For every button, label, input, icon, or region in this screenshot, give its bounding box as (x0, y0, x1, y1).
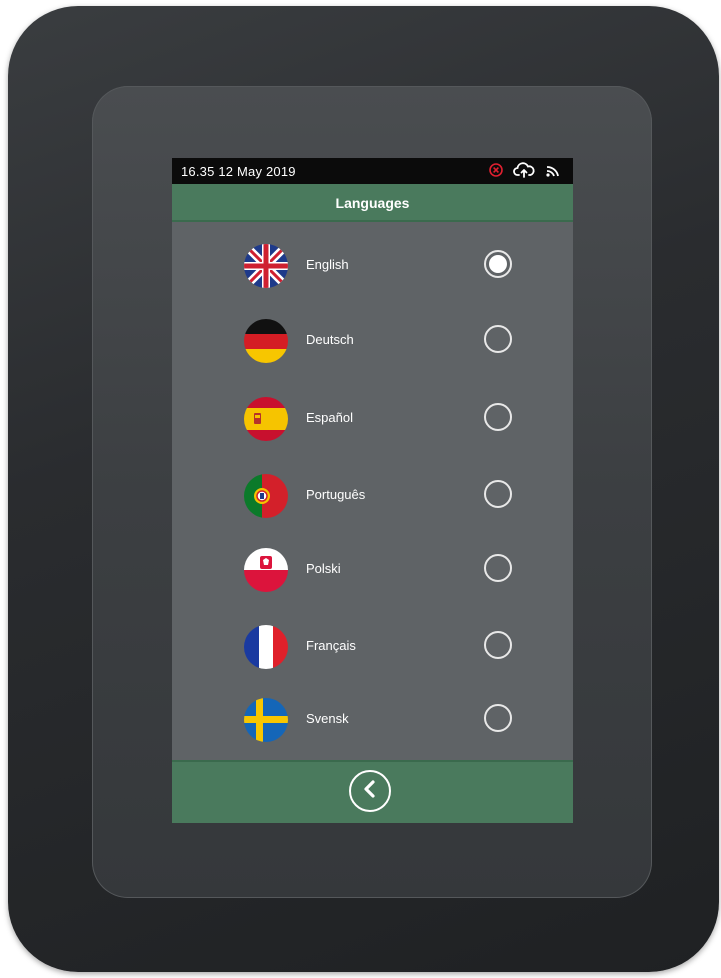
sweden-flag-icon (244, 698, 288, 742)
poland-flag-icon (244, 548, 288, 592)
language-label: Deutsch (306, 332, 354, 347)
list-item-polski[interactable]: Polski (172, 540, 573, 600)
touch-screen: 16.35 12 May 2019 Languages English Deut… (172, 158, 573, 823)
language-list: English Deutsch Español Português Polski… (172, 222, 573, 760)
list-item-svensk[interactable]: Svensk (172, 690, 573, 750)
radio-english[interactable] (484, 250, 512, 278)
germany-flag-icon (244, 319, 288, 363)
status-icons (489, 162, 561, 178)
language-label: Español (306, 410, 353, 425)
language-label: Polski (306, 561, 341, 576)
uk-flag-icon (244, 244, 288, 288)
page-title: Languages (335, 195, 410, 211)
france-flag-icon (244, 625, 288, 669)
list-item-english[interactable]: English (172, 236, 573, 296)
spain-flag-icon (244, 397, 288, 441)
language-label: Français (306, 638, 356, 653)
radio-espanol[interactable] (484, 403, 512, 431)
status-bar: 16.35 12 May 2019 (172, 158, 573, 184)
radio-deutsch[interactable] (484, 325, 512, 353)
cloud-sync-icon (513, 162, 535, 178)
wifi-icon (545, 162, 561, 178)
language-label: Svensk (306, 711, 349, 726)
language-label: Português (306, 487, 366, 502)
status-time-date: 16.35 12 May 2019 (181, 164, 296, 179)
bottom-bar (172, 760, 573, 823)
back-button[interactable] (349, 770, 391, 812)
chevron-left-icon (362, 779, 378, 803)
list-item-espanol[interactable]: Español (172, 389, 573, 449)
list-item-francais[interactable]: Français (172, 617, 573, 677)
title-bar: Languages (172, 184, 573, 222)
radio-svensk[interactable] (484, 704, 512, 732)
radio-polski[interactable] (484, 554, 512, 582)
radio-portugues[interactable] (484, 480, 512, 508)
language-label: English (306, 257, 349, 272)
list-item-deutsch[interactable]: Deutsch (172, 311, 573, 371)
radio-francais[interactable] (484, 631, 512, 659)
portugal-flag-icon (244, 474, 288, 518)
error-icon (489, 163, 503, 177)
list-item-portugues[interactable]: Português (172, 466, 573, 526)
